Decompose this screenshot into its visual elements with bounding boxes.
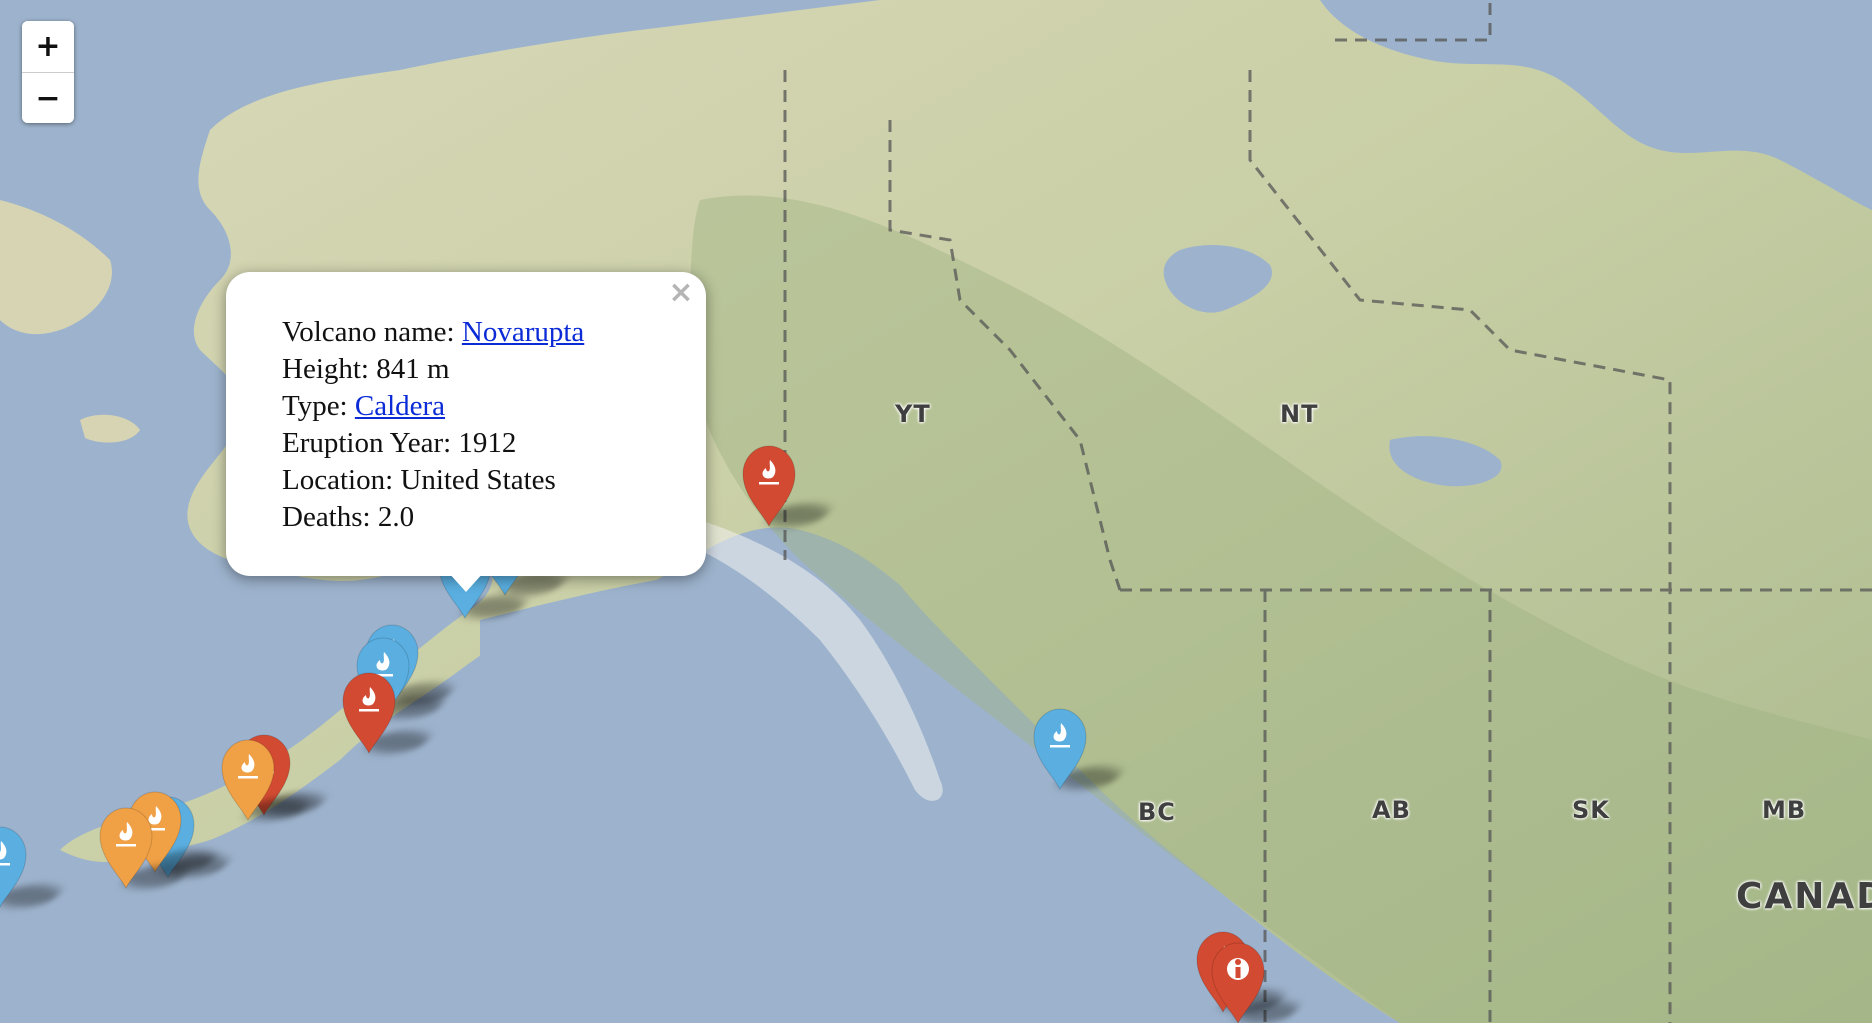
volcano-marker[interactable] [1030, 705, 1128, 791]
popup-name-label: Volcano name: [282, 316, 462, 348]
volcano-marker[interactable] [0, 823, 68, 909]
region-label-canada: CANAD [1736, 876, 1872, 917]
volcano-marker[interactable] [339, 669, 437, 755]
region-label-nt: NT [1280, 400, 1319, 428]
fire-icon [742, 445, 796, 528]
popup-type-label: Type: [282, 390, 355, 422]
volcano-marker[interactable] [739, 442, 837, 528]
zoom-out-button[interactable]: − [22, 72, 74, 123]
popup-name-line: Volcano name: Novarupta [282, 314, 584, 351]
fire-icon [99, 807, 153, 890]
popup-deaths: Deaths: 2.0 [282, 501, 415, 533]
popup-height: Height: 841 m [282, 353, 450, 385]
region-label-yt: YT [895, 400, 931, 428]
region-label-bc: BC [1138, 798, 1176, 826]
popup-type-line: Type: Caldera [282, 388, 584, 425]
zoom-control: + − [22, 21, 74, 123]
info-icon [1211, 942, 1265, 1023]
map-view[interactable]: YT NT BC AB SK MB CANAD + − × Volcano na… [0, 0, 1872, 1023]
fire-icon [221, 739, 275, 822]
popup-content: Volcano name: Novarupta Height: 841 m Ty… [282, 314, 584, 536]
region-label-mb: MB [1762, 796, 1807, 824]
volcano-marker[interactable] [1208, 939, 1306, 1023]
fire-icon [342, 672, 396, 755]
volcano-type-link[interactable]: Caldera [355, 390, 445, 422]
zoom-in-button[interactable]: + [22, 21, 74, 72]
fire-icon [1033, 708, 1087, 791]
region-label-ab: AB [1372, 796, 1411, 824]
volcano-marker[interactable] [96, 804, 194, 890]
popup-location: Location: United States [282, 464, 556, 496]
popup-tip [448, 572, 484, 592]
popup-eruption-year: Eruption Year: 1912 [282, 427, 517, 459]
volcano-name-link[interactable]: Novarupta [462, 316, 584, 348]
popup-close-button[interactable]: × [666, 278, 696, 308]
region-label-sk: SK [1572, 796, 1610, 824]
volcano-popup: × Volcano name: Novarupta Height: 841 m … [226, 272, 706, 592]
volcano-marker[interactable] [218, 736, 316, 822]
fire-icon [0, 826, 27, 909]
